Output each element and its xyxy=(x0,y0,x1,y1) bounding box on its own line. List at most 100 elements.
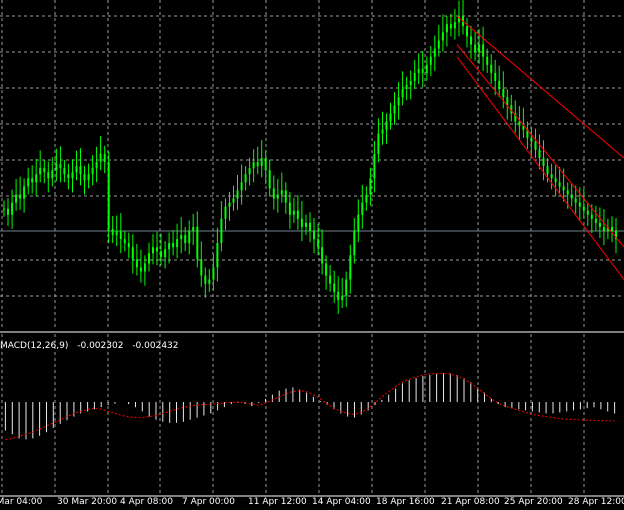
candle-body xyxy=(570,194,573,199)
candle-body xyxy=(546,166,549,175)
candle-body xyxy=(208,279,211,284)
macd-signal-line xyxy=(5,372,615,440)
candle-body xyxy=(11,202,14,215)
time-axis-label: 28 Apr 12:00 xyxy=(568,497,624,507)
candle-body xyxy=(397,97,400,106)
candle-body xyxy=(518,121,521,126)
candle-body xyxy=(284,190,287,203)
candle-body xyxy=(421,68,424,73)
regression-channel xyxy=(456,15,624,280)
candle-body xyxy=(490,64,493,73)
candle-body xyxy=(107,162,110,229)
candle-body xyxy=(401,89,404,98)
candle-body xyxy=(212,267,215,280)
candle-body xyxy=(357,214,360,231)
candle-body xyxy=(204,275,207,284)
candle-body xyxy=(91,168,94,175)
candle-body xyxy=(550,174,553,179)
candle-body xyxy=(260,158,263,167)
candle-body xyxy=(530,137,533,142)
candle-body xyxy=(389,113,392,122)
candle-body xyxy=(47,172,50,179)
candle-body xyxy=(244,174,247,183)
candle-body xyxy=(55,164,58,171)
candle-body xyxy=(131,247,134,260)
candle-body xyxy=(305,222,307,227)
candle-body xyxy=(135,259,138,268)
time-axis-label: 18 Apr 16:00 xyxy=(376,497,435,507)
candle-body xyxy=(381,129,384,134)
candle-body xyxy=(445,24,448,33)
main-chart-grid xyxy=(0,0,624,330)
candle-body xyxy=(39,168,42,175)
candle-body xyxy=(558,182,561,187)
candle-body xyxy=(405,85,408,90)
candle-body xyxy=(502,89,505,98)
time-axis-label: 7 Apr 00:00 xyxy=(182,497,235,507)
candle-body xyxy=(256,162,259,167)
channel-upper-line xyxy=(456,15,624,159)
candle-body xyxy=(417,68,420,73)
candle-body xyxy=(127,243,130,248)
time-axis-label: 30 Mar 20:00 xyxy=(57,497,118,507)
candle-body xyxy=(75,166,78,173)
candle-body xyxy=(341,295,344,300)
candle-body xyxy=(228,202,231,207)
candle-body xyxy=(196,226,199,260)
candle-body xyxy=(248,168,251,175)
macd-histogram xyxy=(4,373,616,440)
candle-body xyxy=(35,174,38,183)
candle-body xyxy=(103,153,106,162)
candle-body xyxy=(482,44,485,57)
candle-body xyxy=(280,190,283,195)
candle-body xyxy=(296,210,299,219)
candle-body xyxy=(59,164,62,169)
candle-body xyxy=(538,149,541,158)
candle-body xyxy=(67,174,70,179)
candle-body xyxy=(562,186,565,191)
candle-body xyxy=(272,188,275,199)
candle-body xyxy=(200,259,203,276)
candle-body xyxy=(119,231,122,240)
candle-body xyxy=(329,275,332,284)
candle-body xyxy=(309,222,311,231)
candle-body xyxy=(393,105,396,114)
candle-body xyxy=(240,182,243,191)
candle-body xyxy=(43,168,46,173)
candle-body xyxy=(292,210,295,215)
candle-body xyxy=(264,158,267,171)
candle-body xyxy=(300,218,303,227)
candle-body xyxy=(361,202,364,215)
candle-body xyxy=(325,263,328,276)
candle-body xyxy=(224,206,227,219)
candle-body xyxy=(99,153,102,162)
candle-body xyxy=(188,231,191,244)
candle-body xyxy=(373,153,376,179)
candle-body xyxy=(7,208,9,215)
time-axis-label: 25 Apr 20:00 xyxy=(504,497,563,507)
candle-body xyxy=(115,231,118,236)
candle-body xyxy=(602,226,605,231)
candle-body xyxy=(594,218,597,223)
candle-body xyxy=(288,202,291,215)
time-axis-label: 21 Apr 08:00 xyxy=(441,497,500,507)
candle-body xyxy=(345,279,348,296)
candle-body xyxy=(542,158,545,167)
candle-body xyxy=(369,178,372,195)
candle-body xyxy=(413,72,416,81)
candle-body xyxy=(578,202,581,207)
candle-body xyxy=(268,170,271,189)
macd-indicator-label: MACD(12,26,9) -0.002302 -0.002432 xyxy=(0,341,185,351)
macd-main-value: -0.002302 xyxy=(77,341,124,351)
candle-body xyxy=(148,253,150,264)
candle-body xyxy=(586,210,589,215)
candle-body xyxy=(15,194,18,203)
candle-body xyxy=(611,226,613,231)
candle-body xyxy=(51,170,54,179)
candle-body xyxy=(474,44,477,53)
candle-body xyxy=(31,178,34,183)
candle-body xyxy=(313,231,315,240)
time-axis-label: 11 Apr 12:00 xyxy=(248,497,307,507)
candle-body xyxy=(365,194,368,203)
candle-body xyxy=(534,141,537,150)
